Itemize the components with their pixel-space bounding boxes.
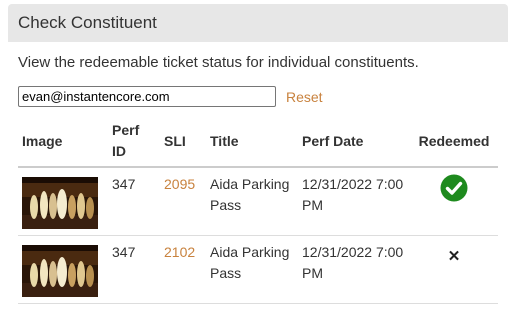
perf-date-cell: 12/31/2022 7:00 PM	[298, 167, 410, 236]
opera-performance-thumbnail	[22, 177, 98, 229]
header-sli: SLI	[160, 118, 206, 168]
table-row: 347 2095 Aida Parking Pass 12/31/2022 7:…	[18, 167, 498, 236]
constituent-search-input[interactable]	[18, 86, 276, 107]
x-mark-icon: ✕	[447, 248, 461, 265]
search-row: Reset	[18, 86, 323, 107]
header-redeemed: Redeemed	[410, 118, 498, 168]
table-header-row: Image Perf ID SLI Title Perf Date Redeem…	[18, 118, 498, 168]
sli-cell: 2095	[160, 167, 206, 236]
sli-link[interactable]: 2102	[164, 244, 195, 260]
table-row: 347 2102 Aida Parking Pass 12/31/2022 7:…	[18, 235, 498, 304]
panel-heading: Check Constituent	[8, 4, 508, 42]
panel-description: View the redeemable ticket status for in…	[18, 54, 419, 71]
reset-link[interactable]: Reset	[286, 89, 323, 105]
check-constituent-panel: Check Constituent View the redeemable ti…	[8, 4, 508, 318]
check-circle-icon	[440, 174, 468, 202]
opera-performance-thumbnail	[22, 245, 98, 297]
perf-date-cell: 12/31/2022 7:00 PM	[298, 235, 410, 304]
image-cell	[18, 167, 108, 236]
image-cell	[18, 235, 108, 304]
header-perf-date: Perf Date	[298, 118, 410, 168]
title-cell: Aida Parking Pass	[206, 167, 298, 236]
header-image: Image	[18, 118, 108, 168]
sli-cell: 2102	[160, 235, 206, 304]
header-title: Title	[206, 118, 298, 168]
sli-link[interactable]: 2095	[164, 176, 195, 192]
redeemed-cell	[410, 167, 498, 236]
title-cell: Aida Parking Pass	[206, 235, 298, 304]
tickets-table: Image Perf ID SLI Title Perf Date Redeem…	[18, 118, 498, 304]
panel-title: Check Constituent	[18, 13, 157, 32]
header-perf-id: Perf ID	[108, 118, 160, 168]
perf-id-cell: 347	[108, 167, 160, 236]
perf-id-cell: 347	[108, 235, 160, 304]
redeemed-cell: ✕	[410, 235, 498, 304]
